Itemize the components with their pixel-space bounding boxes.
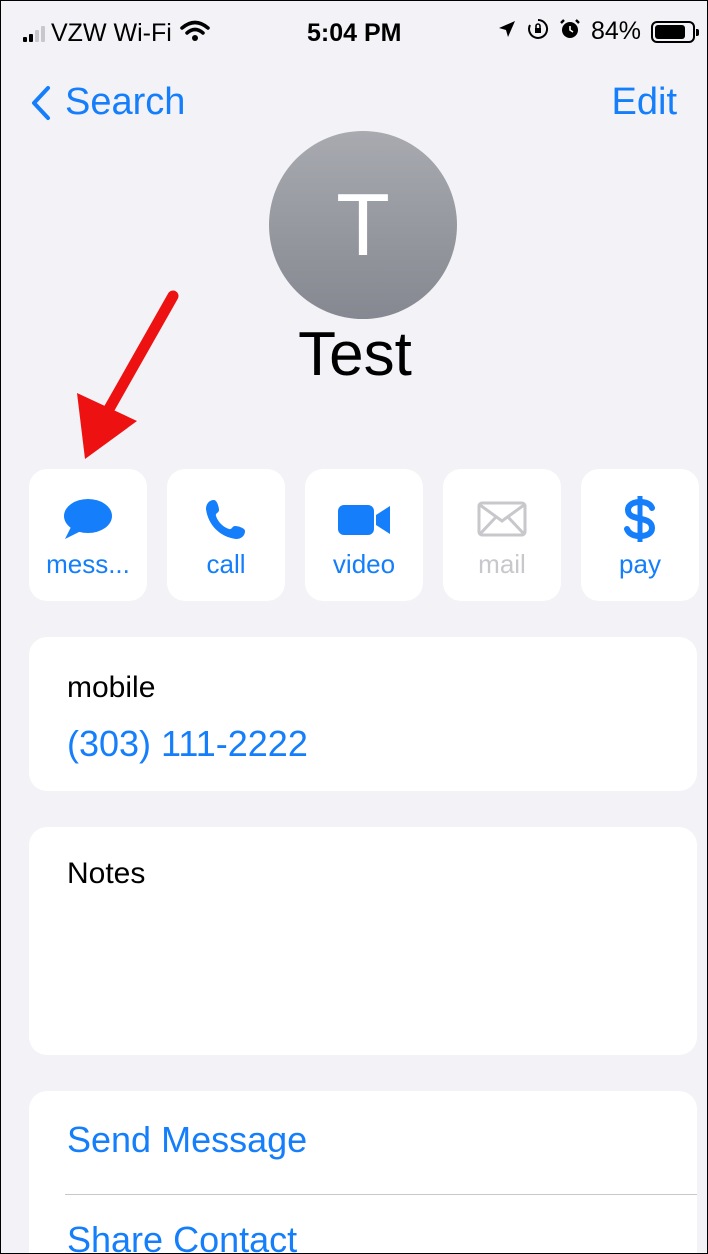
alarm-icon — [559, 18, 581, 45]
status-bar: VZW Wi-Fi 5:04 PM 84% — [1, 1, 707, 63]
back-button[interactable]: Search — [31, 81, 185, 124]
chevron-left-icon — [32, 85, 50, 120]
battery-fill — [655, 24, 686, 39]
call-button[interactable]: call — [167, 469, 285, 601]
notes-label: Notes — [67, 857, 146, 890]
location-icon — [497, 19, 517, 44]
pay-button[interactable]: pay — [581, 469, 699, 601]
status-time: 5:04 PM — [307, 19, 402, 47]
orientation-lock-icon — [527, 18, 549, 45]
status-left: VZW Wi-Fi — [23, 19, 210, 48]
phone-icon — [204, 495, 248, 543]
battery-icon — [651, 20, 699, 43]
action-buttons: mess... call video mail pay — [29, 469, 699, 601]
mail-label: mail — [478, 549, 526, 579]
edit-button[interactable]: Edit — [612, 81, 677, 124]
video-label: video — [332, 549, 396, 579]
video-camera-icon — [336, 495, 392, 543]
signal-icon — [23, 25, 45, 42]
dollar-icon — [623, 495, 657, 543]
pay-label: pay — [619, 549, 661, 579]
phone-number-link[interactable]: (303) 111-2222 — [67, 723, 308, 765]
video-button[interactable]: video — [305, 469, 423, 601]
call-label: call — [206, 549, 246, 579]
notes-card[interactable]: Notes — [29, 827, 697, 1055]
mail-icon — [477, 495, 527, 543]
phone-card: mobile (303) 111-2222 — [29, 637, 697, 791]
status-right: 84% — [497, 17, 699, 46]
divider — [65, 1194, 697, 1195]
mail-button[interactable]: mail — [443, 469, 561, 601]
back-label: Search — [65, 81, 186, 123]
send-message-link[interactable]: Send Message — [67, 1119, 307, 1161]
links-card: Send Message Share Contact — [29, 1091, 697, 1253]
carrier-label: VZW Wi-Fi — [51, 19, 172, 47]
contact-name: Test — [298, 320, 412, 389]
message-bubble-icon — [61, 495, 115, 543]
avatar: T — [269, 131, 457, 319]
battery-percent: 84% — [590, 17, 641, 45]
phone-type-label: mobile — [67, 671, 156, 704]
contact-screen: VZW Wi-Fi 5:04 PM 84% Search Edit T Test… — [0, 0, 708, 1254]
message-label: mess... — [46, 549, 130, 579]
wifi-icon — [180, 20, 210, 47]
share-contact-link[interactable]: Share Contact — [67, 1219, 297, 1253]
avatar-initial: T — [336, 175, 390, 274]
message-button[interactable]: mess... — [29, 469, 147, 601]
